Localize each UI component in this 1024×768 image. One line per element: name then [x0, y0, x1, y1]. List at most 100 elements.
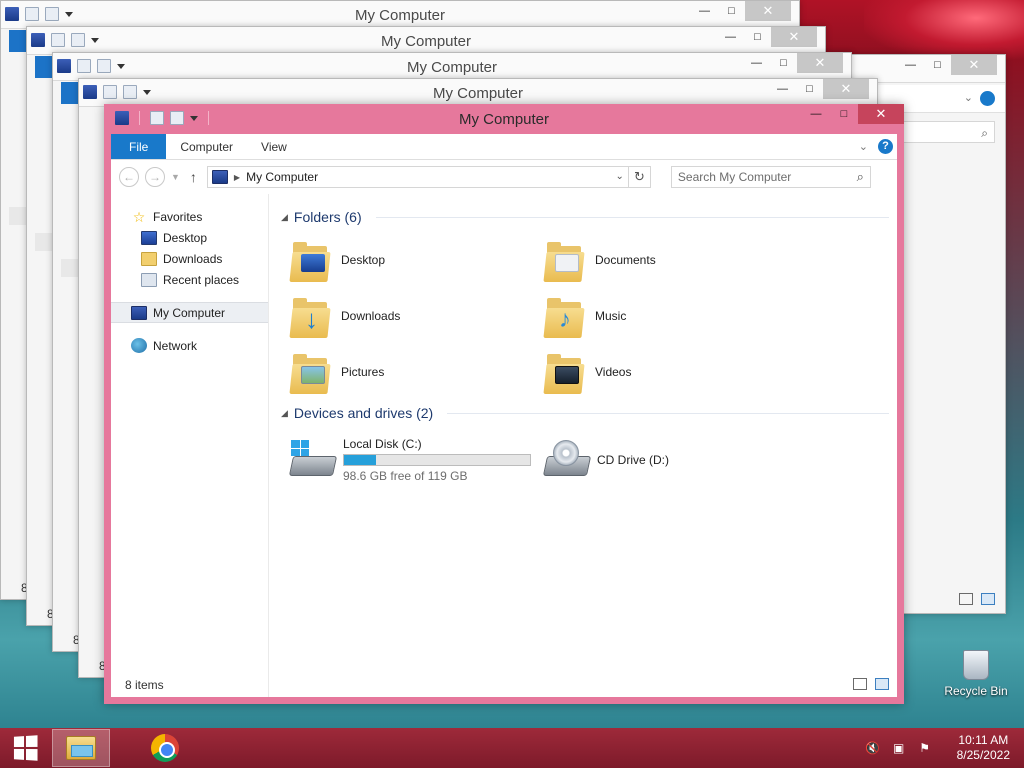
chevron-down-icon[interactable]: ⌄: [964, 91, 973, 104]
collapse-group-icon[interactable]: ◢: [281, 212, 288, 223]
downloads-folder-icon: [289, 294, 331, 338]
drive-name: Local Disk (C:): [343, 437, 422, 451]
background-window-titlebar[interactable]: My Computer — □ ✕: [79, 79, 877, 107]
maximize-button[interactable]: □: [830, 104, 858, 124]
tab-view[interactable]: View: [247, 134, 301, 159]
my-computer-window[interactable]: My Computer — □ ✕ File Computer View ⌄ ?…: [104, 104, 904, 704]
window-title: My Computer: [380, 33, 472, 50]
details-view-icon[interactable]: [959, 593, 973, 605]
view-buttons: [959, 593, 995, 605]
background-window-titlebar[interactable]: My Computer — □ ✕: [1, 1, 799, 29]
item-count: 8 items: [125, 678, 164, 692]
tab-file[interactable]: File: [111, 134, 167, 159]
back-arrow-icon[interactable]: ←: [119, 167, 139, 187]
breadcrumb-my-computer[interactable]: My Computer: [246, 170, 318, 184]
address-history-chevron-icon[interactable]: ⌄: [616, 171, 624, 182]
large-icons-view-icon[interactable]: [875, 678, 889, 690]
folder-label: Downloads: [341, 309, 401, 323]
minimize-button[interactable]: —: [717, 27, 744, 47]
close-button[interactable]: ✕: [771, 27, 817, 47]
recycle-bin-shortcut[interactable]: Recycle Bin: [940, 650, 1012, 698]
minimize-button[interactable]: —: [691, 1, 718, 21]
nav-my-computer[interactable]: My Computer: [111, 302, 268, 323]
nav-network[interactable]: Network: [111, 335, 268, 356]
documents-folder-icon: [543, 238, 585, 282]
collapse-group-icon[interactable]: ◢: [281, 408, 288, 419]
close-button[interactable]: ✕: [823, 79, 869, 99]
group-title: Folders (6): [293, 209, 362, 225]
nav-desktop[interactable]: Desktop: [111, 227, 268, 248]
drive-usage-fill: [344, 455, 376, 465]
minimize-button[interactable]: —: [743, 53, 770, 73]
close-button[interactable]: ✕: [797, 53, 843, 73]
desktop-icon: [141, 230, 157, 245]
nav-recent-places[interactable]: Recent places: [111, 269, 268, 290]
folder-label: Documents: [595, 253, 656, 267]
clock[interactable]: 10:11 AM 8/25/2022: [957, 733, 1010, 763]
tab-computer[interactable]: Computer: [166, 134, 247, 159]
wallpaper-highlight: [864, 0, 1024, 60]
pictures-folder-icon: [289, 350, 331, 394]
details-view-icon[interactable]: [853, 678, 867, 690]
folder-pictures[interactable]: Pictures: [281, 344, 535, 400]
help-icon[interactable]: ?: [878, 139, 893, 154]
nav-label: Favorites: [153, 209, 203, 224]
minimize-button[interactable]: —: [769, 79, 796, 99]
hard-drive-icon: [288, 440, 338, 480]
window-title: My Computer: [458, 111, 550, 128]
network-status-icon[interactable]: ▣: [891, 741, 907, 755]
clock-date: 8/25/2022: [956, 748, 1010, 762]
close-button[interactable]: ✕: [858, 104, 904, 124]
folder-label: Music: [595, 309, 627, 323]
drive-usage-bar: [343, 454, 531, 466]
large-icons-view-icon[interactable]: [981, 593, 995, 605]
search-icon[interactable]: ⌕: [857, 169, 864, 185]
nav-favorites[interactable]: ☆ Favorites: [111, 206, 268, 227]
refresh-icon[interactable]: ↻: [628, 166, 651, 188]
maximize-button[interactable]: □: [770, 53, 797, 73]
network-icon: [131, 338, 147, 353]
drive-local-disk-c[interactable]: Local Disk (C:) 98.6 GB free of 119 GB: [281, 430, 535, 490]
background-window-titlebar[interactable]: My Computer — □ ✕: [27, 27, 825, 55]
folder-label: Desktop: [341, 253, 386, 267]
minimize-button[interactable]: —: [802, 104, 830, 124]
search-box[interactable]: ⌕: [670, 166, 871, 188]
address-bar[interactable]: ▶ My Computer ⌄: [206, 166, 629, 188]
folder-downloads[interactable]: Downloads: [281, 288, 535, 344]
action-center-flag-icon[interactable]: ⚑: [917, 741, 933, 755]
nav-label: Downloads: [163, 251, 223, 266]
maximize-button[interactable]: □: [796, 79, 823, 99]
taskbar-chrome[interactable]: [136, 729, 194, 767]
speaker-muted-icon[interactable]: 🔇: [865, 741, 881, 755]
recent-places-icon: [141, 272, 157, 287]
start-button[interactable]: [0, 728, 50, 768]
file-explorer-icon: [66, 736, 96, 760]
up-arrow-icon[interactable]: ↑: [186, 169, 201, 185]
taskbar-file-explorer[interactable]: [52, 729, 110, 767]
minimize-button[interactable]: —: [897, 55, 924, 75]
recent-locations-chevron-icon[interactable]: ▼: [171, 172, 180, 182]
close-button[interactable]: ✕: [951, 55, 997, 75]
forward-arrow-icon[interactable]: →: [145, 167, 165, 187]
folders-group-header[interactable]: ◢ Folders (6): [281, 206, 897, 228]
clock-time: 10:11 AM: [958, 733, 1009, 747]
maximize-button[interactable]: □: [718, 1, 745, 21]
folder-documents[interactable]: Documents: [535, 232, 789, 288]
maximize-button[interactable]: □: [744, 27, 771, 47]
folder-music[interactable]: Music: [535, 288, 789, 344]
expand-ribbon-chevron-icon[interactable]: ⌄: [859, 140, 868, 153]
folder-desktop[interactable]: Desktop: [281, 232, 535, 288]
drive-free-space: 98.6 GB free of 119 GB: [343, 469, 468, 483]
drive-name: CD Drive (D:): [597, 453, 669, 467]
window-titlebar[interactable]: My Computer — □ ✕: [111, 104, 904, 134]
drives-group-header[interactable]: ◢ Devices and drives (2): [281, 402, 897, 424]
maximize-button[interactable]: □: [924, 55, 951, 75]
background-window-titlebar[interactable]: My Computer — □ ✕: [53, 53, 851, 81]
breadcrumb-separator-icon[interactable]: ▶: [234, 173, 240, 182]
search-input[interactable]: [677, 170, 838, 184]
nav-downloads[interactable]: Downloads: [111, 248, 268, 269]
close-button[interactable]: ✕: [745, 1, 791, 21]
folder-videos[interactable]: Videos: [535, 344, 789, 400]
drive-cd-d[interactable]: CD Drive (D:): [535, 430, 669, 490]
help-icon[interactable]: [980, 91, 995, 106]
